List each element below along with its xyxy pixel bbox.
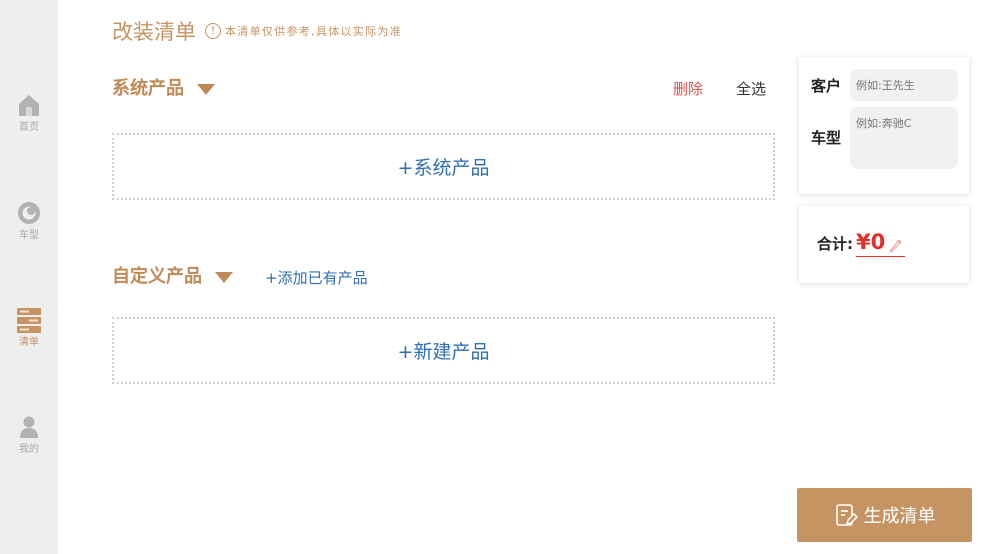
system-section-caret-down-icon[interactable] [197, 84, 215, 95]
total-label: 合计: [817, 235, 853, 253]
nav-item-home[interactable]: 首页 [0, 92, 58, 134]
nav-label-home: 首页 [19, 122, 39, 133]
user-icon [20, 416, 38, 438]
info-icon: ! [205, 23, 221, 39]
system-section-title: 系统产品 [112, 78, 184, 99]
notice-text: 本清单仅供参考,具体以实际为准 [225, 25, 402, 38]
total-value[interactable]: ¥0 [856, 226, 906, 257]
nav-item-list[interactable]: 清单 [0, 307, 58, 349]
new-product-button[interactable]: +新建产品 [112, 317, 775, 384]
add-existing-product-link[interactable]: +添加已有产品 [265, 268, 368, 288]
page-title: 改装清单 [112, 20, 196, 44]
nav-item-profile[interactable]: 我的 [0, 414, 58, 456]
generate-list-label: 生成清单 [863, 506, 936, 526]
list-icon [17, 308, 41, 333]
nav-label-list: 清单 [19, 337, 39, 348]
document-edit-icon [835, 504, 858, 526]
total-card: 合计: ¥0 [799, 206, 969, 283]
add-system-product-label: +系统产品 [397, 157, 490, 179]
notice: ! 本清单仅供参考,具体以实际为准 [205, 23, 402, 39]
generate-list-button[interactable]: 生成清单 [797, 488, 972, 542]
select-all-button[interactable]: 全选 [736, 79, 766, 99]
nav-label-car-model: 车型 [19, 230, 39, 241]
car-model-icon [18, 202, 40, 224]
sidebar: 首页 车型 清单 我的 [0, 0, 58, 554]
nav-label-profile: 我的 [19, 444, 39, 455]
custom-section-title: 自定义产品 [112, 266, 202, 287]
car-model-input[interactable] [850, 107, 958, 169]
new-product-label: +新建产品 [397, 341, 490, 363]
customer-info-card: 客户 车型 [799, 57, 969, 194]
total-amount: ¥0 [856, 230, 886, 254]
car-model-label: 车型 [811, 129, 842, 147]
customer-label: 客户 [811, 77, 842, 95]
custom-section-caret-down-icon[interactable] [215, 272, 233, 283]
home-icon [19, 95, 39, 116]
add-system-product-button[interactable]: +系统产品 [112, 133, 775, 200]
customer-input[interactable] [850, 69, 958, 101]
delete-button[interactable]: 删除 [673, 79, 703, 99]
nav-item-car-model[interactable]: 车型 [0, 200, 58, 242]
pencil-icon[interactable] [887, 237, 903, 253]
